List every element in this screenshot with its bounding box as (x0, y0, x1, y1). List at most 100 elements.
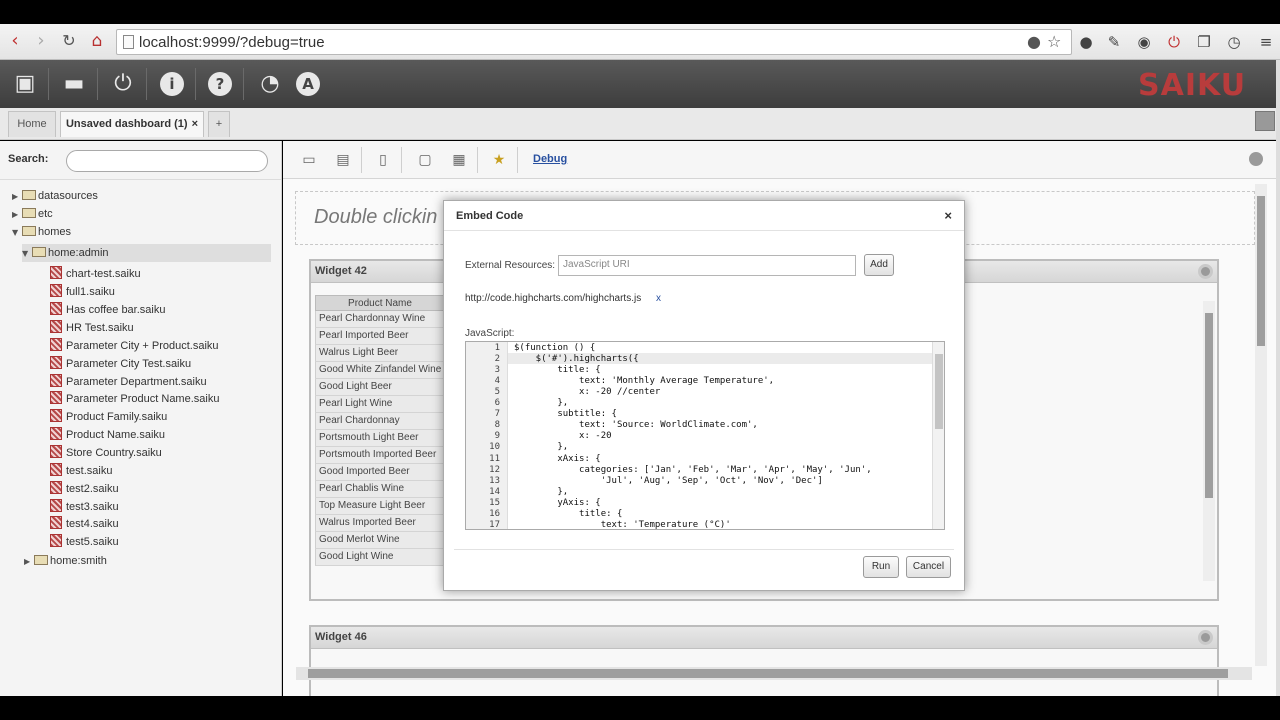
gear-icon[interactable] (1198, 264, 1213, 279)
tree-file[interactable]: test2.saiku (50, 480, 119, 498)
javascript-uri-input[interactable]: JavaScript URI (558, 255, 856, 276)
scroll-thumb[interactable] (935, 354, 943, 429)
new-query-icon[interactable]: ▣ (11, 70, 39, 98)
panel-toggle-icon[interactable] (1255, 111, 1275, 131)
expand-icon[interactable]: ▶ (24, 553, 34, 571)
dashboard-icon[interactable]: ◔ (256, 70, 284, 98)
tree-file[interactable]: test4.saiku (50, 515, 119, 533)
page-scrollbar[interactable] (1276, 60, 1280, 696)
lightbulb-icon[interactable]: ● (1027, 32, 1041, 51)
widget-header[interactable]: Widget 46 (311, 627, 1217, 649)
save-icon[interactable]: ▤ (333, 150, 353, 170)
home-icon[interactable]: ⌂ (86, 30, 108, 52)
saiku-file-icon (50, 302, 62, 315)
tree-file[interactable]: chart-test.saiku (50, 265, 141, 283)
extension-icon[interactable]: ● (1076, 32, 1096, 52)
editor-scrollbar[interactable] (932, 342, 944, 529)
close-tab-icon[interactable]: × (192, 118, 198, 130)
tree-folder-home-admin[interactable]: ▼ home:admin (22, 244, 271, 262)
tree-label: test4.saiku (66, 518, 119, 530)
code-line: subtitle: { (514, 409, 617, 419)
open-query-icon[interactable]: ▬ (60, 70, 88, 98)
code-line: text: 'Monthly Average Temperature', (514, 376, 775, 386)
url-text: localhost:9999/?debug=true (139, 34, 325, 51)
expand-icon[interactable]: ▶ (12, 206, 22, 224)
admin-icon[interactable]: A (296, 72, 320, 96)
star-icon[interactable]: ☆ (1047, 32, 1061, 51)
menu-icon[interactable]: ≡ (1256, 32, 1276, 52)
tree-label: HR Test.saiku (66, 322, 134, 334)
tree-folder-datasources[interactable]: ▶ datasources (12, 187, 98, 205)
help-icon[interactable]: ? (208, 72, 232, 96)
widget-scrollbar[interactable] (1203, 301, 1215, 581)
collapse-icon[interactable]: ▼ (22, 245, 32, 263)
table-row: Walrus Light Beer (315, 345, 445, 362)
tree-file[interactable]: test5.saiku (50, 533, 119, 551)
saiku-file-icon (50, 284, 62, 297)
tree-file[interactable]: HR Test.saiku (50, 319, 134, 337)
debug-link[interactable]: Debug (533, 153, 567, 165)
tree-label: etc (38, 208, 53, 220)
remove-resource-link[interactable]: x (656, 293, 661, 304)
tree-file[interactable]: Parameter City Test.saiku (50, 355, 191, 373)
table-row: Pearl Light Wine (315, 396, 445, 413)
tree-file[interactable]: Parameter City + Product.saiku (50, 337, 219, 355)
add-widget-icon[interactable]: ▢ (415, 150, 435, 170)
saiku-file-icon (50, 427, 62, 440)
line-number: 16 (489, 509, 500, 519)
tree-file[interactable]: test.saiku (50, 462, 112, 480)
forward-icon[interactable]: › (30, 30, 52, 52)
tree-file[interactable]: Parameter Product Name.saiku (50, 390, 219, 408)
favorite-star-icon[interactable]: ★ (489, 150, 509, 170)
tree-file[interactable]: Has coffee bar.saiku (50, 301, 165, 319)
tree-folder-home-smith[interactable]: ▶ home:smith (24, 552, 107, 570)
power-ext-icon[interactable]: ⏻ (1164, 32, 1184, 52)
code-editor[interactable]: 1 2 3 4 5 6 7 8 9 10 11 12 13 14 15 16 1… (465, 341, 945, 530)
add-button[interactable]: Add (864, 254, 894, 276)
address-bar[interactable]: localhost:9999/?debug=true ● ☆ (116, 29, 1072, 55)
clock-icon[interactable]: ◷ (1224, 32, 1244, 52)
tree-file[interactable]: Product Family.saiku (50, 408, 167, 426)
eyedropper-icon[interactable]: ✎ (1104, 32, 1124, 52)
window-icon[interactable]: ❐ (1194, 32, 1214, 52)
table-row: Pearl Chardonnay Wine (315, 311, 445, 328)
table-row: Pearl Imported Beer (315, 328, 445, 345)
scroll-thumb[interactable] (1257, 196, 1265, 346)
tab-unsaved-dashboard[interactable]: Unsaved dashboard (1) × (60, 111, 204, 137)
new-tab-button[interactable]: + (208, 111, 230, 137)
back-icon[interactable]: ‹ (4, 30, 26, 52)
run-button[interactable]: Run (863, 556, 899, 578)
widget-46[interactable]: Widget 46 (309, 625, 1219, 696)
code-line: }, (514, 442, 569, 452)
info-icon[interactable]: i (160, 72, 184, 96)
tree-file[interactable]: test3.saiku (50, 498, 119, 516)
tree-file[interactable]: Parameter Department.saiku (50, 373, 207, 391)
expand-icon[interactable]: ▶ (12, 188, 22, 206)
scroll-thumb[interactable] (308, 669, 1228, 678)
tree-label: home:smith (50, 555, 107, 567)
collapse-icon[interactable]: ▼ (12, 224, 22, 242)
scroll-thumb[interactable] (1205, 313, 1213, 498)
open-icon[interactable]: ▭ (299, 150, 319, 170)
code-line: title: { (514, 509, 623, 519)
dashboard-vertical-scrollbar[interactable] (1255, 184, 1267, 666)
tree-file[interactable]: Product Name.saiku (50, 426, 165, 444)
line-number-gutter: 1 2 3 4 5 6 7 8 9 10 11 12 13 14 15 16 1… (466, 342, 508, 529)
new-document-icon[interactable]: ▯ (373, 150, 393, 170)
tree-folder-homes[interactable]: ▼ homes (12, 223, 71, 241)
tab-home[interactable]: Home (8, 111, 56, 137)
tree-file[interactable]: full1.saiku (50, 283, 115, 301)
gear-icon[interactable] (1198, 630, 1213, 645)
tree-folder-etc[interactable]: ▶ etc (12, 205, 53, 223)
dashboard-horizontal-scrollbar[interactable] (296, 667, 1252, 680)
cancel-button[interactable]: Cancel (906, 556, 951, 578)
reload-icon[interactable]: ↻ (58, 30, 80, 52)
logout-icon[interactable]: ⏻ (109, 70, 137, 98)
help-icon[interactable] (1249, 152, 1263, 166)
line-number: 8 (494, 420, 500, 430)
grid-icon[interactable]: ▦ (449, 150, 469, 170)
close-icon[interactable]: × (944, 208, 952, 223)
search-input[interactable] (66, 150, 268, 172)
tree-file[interactable]: Store Country.saiku (50, 444, 162, 462)
github-icon[interactable]: ◉ (1134, 32, 1154, 52)
